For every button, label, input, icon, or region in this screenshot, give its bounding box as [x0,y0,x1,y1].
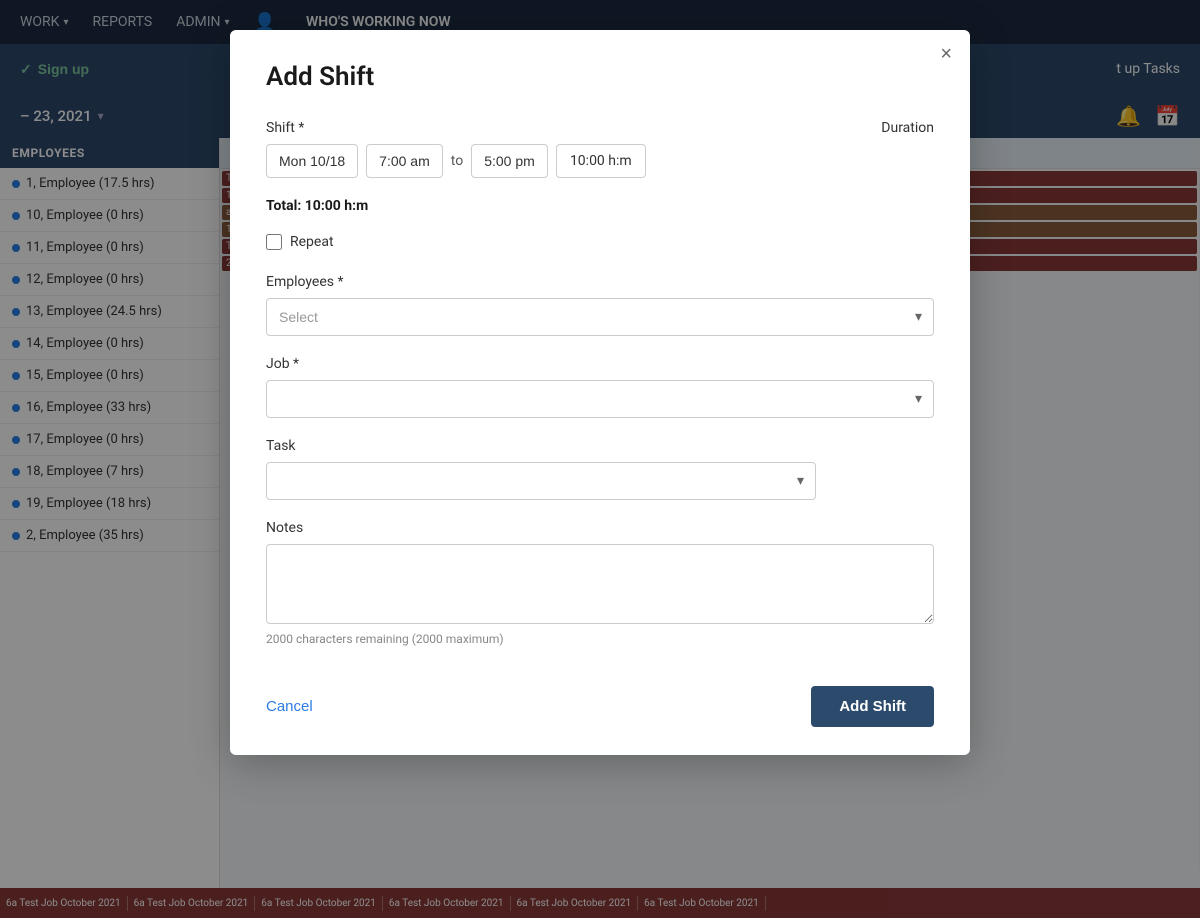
job-select-wrapper [266,380,934,418]
duration-label: Duration [881,120,934,136]
employees-select[interactable]: Select [266,298,934,336]
modal-title: Add Shift [266,62,934,92]
shift-section: Shift * Duration Mon 10/18 7:00 am to 5:… [266,120,934,178]
modal-footer: Cancel Add Shift [266,670,934,727]
repeat-row: Repeat [266,234,934,250]
notes-label: Notes [266,520,934,536]
shift-date-button[interactable]: Mon 10/18 [266,144,358,178]
employees-section: Employees * Select [266,274,934,336]
cancel-button[interactable]: Cancel [266,690,313,723]
task-select[interactable] [266,462,816,500]
add-shift-modal: × Add Shift Shift * Duration Mon 10/18 7… [230,30,970,755]
repeat-checkbox[interactable] [266,234,282,250]
shift-label: Shift * [266,120,304,136]
shift-start-time-button[interactable]: 7:00 am [366,144,443,178]
shift-row: Mon 10/18 7:00 am to 5:00 pm 10:00 h:m [266,144,934,178]
notes-textarea[interactable] [266,544,934,624]
task-section: Task [266,438,934,500]
repeat-label: Repeat [290,234,334,250]
job-section: Job * [266,356,934,418]
shift-end-time-button[interactable]: 5:00 pm [471,144,548,178]
modal-overlay: × Add Shift Shift * Duration Mon 10/18 7… [0,0,1200,918]
shift-duration-value: 10:00 h:m [556,144,646,178]
employees-select-wrapper: Select [266,298,934,336]
job-select[interactable] [266,380,934,418]
employees-label: Employees * [266,274,934,290]
notes-hint: 2000 characters remaining (2000 maximum) [266,632,934,646]
shift-to-label: to [451,153,463,169]
task-label: Task [266,438,934,454]
add-shift-button[interactable]: Add Shift [811,686,934,727]
total-label: Total: 10:00 h:m [266,198,934,214]
notes-section: Notes 2000 characters remaining (2000 ma… [266,520,934,646]
modal-close-button[interactable]: × [940,44,952,64]
job-label: Job * [266,356,934,372]
task-select-wrapper [266,462,816,500]
